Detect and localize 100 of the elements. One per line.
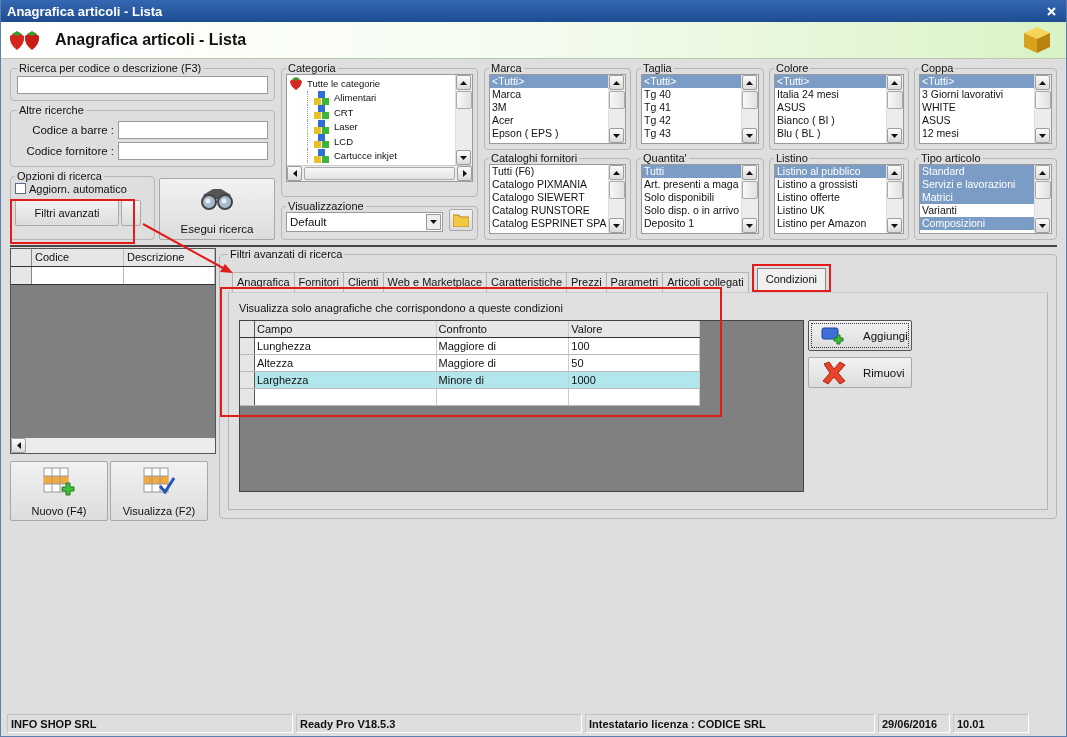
list-item[interactable]: 3M bbox=[490, 101, 608, 114]
list-item[interactable]: Catalog ESPRINET SPA bbox=[490, 217, 608, 230]
list-item[interactable]: Tg 43 bbox=[642, 127, 741, 140]
close-icon[interactable] bbox=[1047, 6, 1056, 16]
scroll-thumb[interactable] bbox=[1035, 91, 1051, 109]
up-arrow-icon bbox=[746, 170, 753, 175]
column-header[interactable]: Descrizione bbox=[124, 249, 215, 266]
input-field[interactable] bbox=[118, 121, 268, 139]
tab[interactable]: Anagrafica bbox=[232, 272, 295, 292]
tab[interactable]: Prezzi bbox=[566, 272, 607, 292]
scroll-up-button[interactable] bbox=[456, 75, 471, 90]
scroll-thumb[interactable] bbox=[609, 91, 625, 109]
strawberry-icon bbox=[289, 76, 303, 91]
scroll-thumb[interactable] bbox=[742, 181, 758, 199]
scroll-up-button[interactable] bbox=[887, 75, 902, 90]
list-item[interactable]: Deposito 1 bbox=[642, 217, 741, 230]
left-arrow-icon bbox=[292, 170, 297, 177]
scroll-down-button[interactable] bbox=[609, 218, 624, 233]
empty-row[interactable] bbox=[11, 267, 215, 285]
scroll-up-button[interactable] bbox=[1035, 75, 1050, 90]
list-item[interactable]: Listino offerte bbox=[775, 191, 886, 204]
table-row[interactable]: Altezza Maggiore di 50 bbox=[240, 355, 700, 372]
up-arrow-icon bbox=[460, 80, 467, 85]
scroll-down-button[interactable] bbox=[887, 218, 902, 233]
list-item[interactable]: 3 Giorni lavorativi bbox=[920, 88, 1034, 101]
advanced-filters-button[interactable]: Filtri avanzati bbox=[15, 200, 119, 226]
new-button[interactable]: Nuovo (F4) bbox=[10, 461, 108, 521]
list-item[interactable]: Blu ( BL ) bbox=[775, 127, 886, 140]
list-item[interactable]: Catalogo PIXMANIA bbox=[490, 178, 608, 191]
scroll-thumb[interactable] bbox=[887, 181, 903, 199]
tab[interactable]: Articoli collegati bbox=[662, 272, 749, 292]
scroll-thumb[interactable] bbox=[609, 181, 625, 199]
scroll-up-button[interactable] bbox=[1035, 165, 1050, 180]
tree-item[interactable]: Tutte le categorie bbox=[287, 76, 455, 91]
list-item[interactable]: Acer bbox=[490, 114, 608, 127]
list-item[interactable]: Tg 41 bbox=[642, 101, 741, 114]
scroll-down-button[interactable] bbox=[456, 150, 471, 165]
remove-button[interactable]: Rimuovi bbox=[808, 357, 912, 388]
input-field[interactable] bbox=[118, 142, 268, 160]
tree-item[interactable]: LCD bbox=[307, 134, 455, 149]
tree-item[interactable]: Cartucce inkjet bbox=[307, 148, 455, 163]
scroll-right-button[interactable] bbox=[457, 166, 472, 181]
list-item[interactable]: Listino UK bbox=[775, 204, 886, 217]
list-item[interactable]: Bianco ( BI ) bbox=[775, 114, 886, 127]
column-header[interactable]: Valore bbox=[569, 321, 700, 337]
list-item[interactable]: 12 mesi bbox=[920, 127, 1034, 140]
list-item[interactable]: WHITE bbox=[920, 101, 1034, 114]
view-button[interactable]: Visualizza (F2) bbox=[110, 461, 208, 521]
group-title: Tipo articolo bbox=[920, 152, 982, 164]
list-item[interactable]: Art. presenti a maga bbox=[642, 178, 741, 191]
dropdown-field[interactable]: Default bbox=[286, 212, 443, 232]
list-item[interactable]: Tg 40 bbox=[642, 88, 741, 101]
scroll-down-button[interactable] bbox=[742, 218, 757, 233]
scroll-down-button[interactable] bbox=[1035, 218, 1050, 233]
list-item[interactable]: Catalogo SIEWERT bbox=[490, 191, 608, 204]
list-item[interactable]: Solo disponibili bbox=[642, 191, 741, 204]
scroll-down-button[interactable] bbox=[742, 128, 757, 143]
search-field[interactable] bbox=[17, 76, 268, 94]
list-item[interactable]: Listino a grossisti bbox=[775, 178, 886, 191]
scroll-thumb[interactable] bbox=[742, 91, 758, 109]
run-search-button[interactable]: Esegui ricerca bbox=[159, 178, 275, 240]
scroll-up-button[interactable] bbox=[742, 75, 757, 90]
list-item[interactable]: Solo disp. o in arrivo bbox=[642, 204, 741, 217]
column-header[interactable]: Campo bbox=[254, 321, 437, 337]
list-item[interactable]: ASUS bbox=[920, 114, 1034, 127]
scroll-down-button[interactable] bbox=[609, 128, 624, 143]
add-button[interactable]: Aggiungi bbox=[808, 320, 912, 351]
scroll-thumb[interactable] bbox=[304, 167, 455, 180]
table-row[interactable]: Larghezza Minore di 1000 bbox=[240, 372, 700, 389]
scroll-thumb[interactable] bbox=[887, 91, 903, 109]
checkbox[interactable] bbox=[15, 183, 26, 194]
list-item[interactable]: Catalog RUNSTORE bbox=[490, 204, 608, 217]
scroll-left-button[interactable] bbox=[287, 166, 302, 181]
list-item[interactable]: Tutti (F6) bbox=[490, 165, 608, 178]
scroll-thumb[interactable] bbox=[456, 91, 472, 109]
scroll-left-button[interactable] bbox=[11, 438, 26, 453]
scroll-up-button[interactable] bbox=[609, 75, 624, 90]
column-header[interactable]: Confronto bbox=[436, 321, 570, 337]
list-item[interactable]: Marca bbox=[490, 88, 608, 101]
list-item[interactable]: Listino per Amazon bbox=[775, 217, 886, 230]
column-header[interactable]: Codice bbox=[32, 249, 124, 266]
list-item[interactable]: ASUS bbox=[775, 101, 886, 114]
up-arrow-icon bbox=[613, 80, 620, 85]
tree-item[interactable]: CRT bbox=[307, 105, 455, 120]
status-text: 10.01 bbox=[953, 714, 1029, 733]
scroll-thumb[interactable] bbox=[1035, 181, 1051, 199]
list-item[interactable]: Epson ( EPS ) bbox=[490, 127, 608, 140]
list-item[interactable]: Italia 24 mesi bbox=[775, 88, 886, 101]
scroll-up-button[interactable] bbox=[609, 165, 624, 180]
table-cell: 1000 bbox=[569, 372, 700, 388]
scroll-down-button[interactable] bbox=[1035, 128, 1050, 143]
list-item[interactable]: Tg 42 bbox=[642, 114, 741, 127]
scroll-up-button[interactable] bbox=[887, 165, 902, 180]
down-arrow-icon bbox=[460, 155, 467, 160]
table-row[interactable]: Lunghezza Maggiore di 100 bbox=[240, 338, 700, 355]
scroll-down-button[interactable] bbox=[887, 128, 902, 143]
list-item[interactable]: Varianti bbox=[920, 204, 1034, 217]
scroll-up-button[interactable] bbox=[742, 165, 757, 180]
group-title: Taglia bbox=[642, 62, 673, 74]
tab[interactable]: Condizioni bbox=[756, 268, 827, 290]
